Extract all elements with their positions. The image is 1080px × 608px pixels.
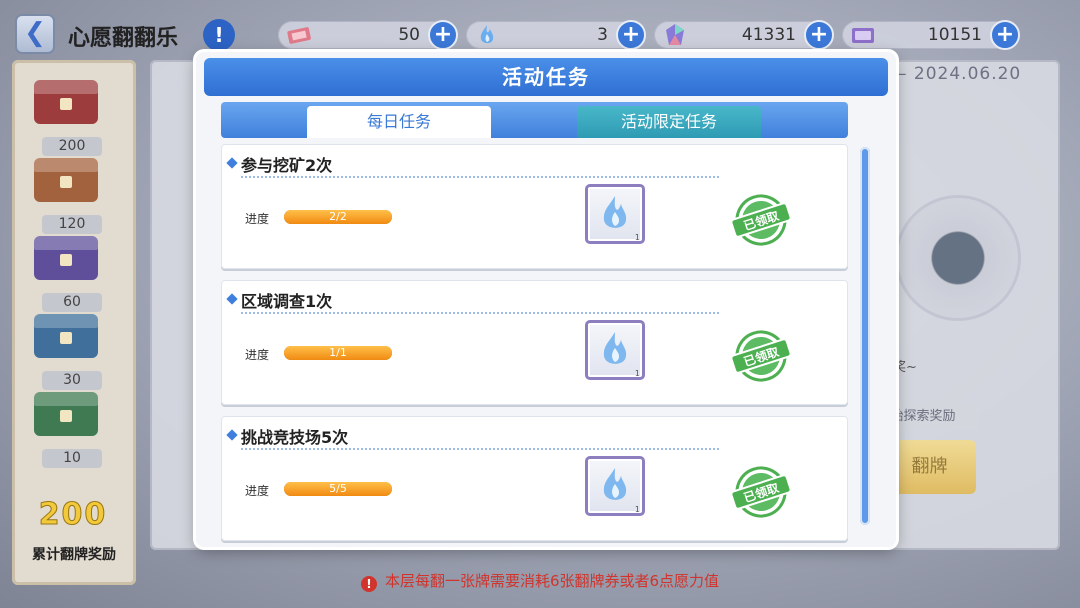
progress-label: 进度 [245,348,270,362]
resource-flame: 3 + [466,20,646,50]
diamond-bullet-icon [226,157,238,169]
chest-threshold: 30 [42,371,102,390]
task-title: 区域调查1次 [241,292,333,311]
chest-lock [60,410,72,422]
task-card: 区域调查1次进度 1/1 1 已领取 [221,280,848,405]
ticket-count: 50 [398,25,420,45]
cost-hint: ! 本层每翻一张牌需要消耗6张翻牌券或者6点愿力值 [0,570,1080,592]
page-title: 心愿翻翻乐 [68,26,179,51]
cost-hint-text: 本层每翻一张牌需要消耗6张翻牌券或者6点愿力值 [384,572,720,590]
resource-crystal: 41331 + [654,20,834,50]
chest-threshold: 200 [42,137,102,156]
progress-label: 进度 [245,212,270,226]
cumulative-flip-count: 200 [38,497,108,533]
background-medallion [895,195,1021,321]
progress-value: 2/2 [329,210,347,223]
chest-threshold: 60 [42,293,102,312]
reward-item[interactable]: 1 [585,184,645,244]
task-tabs: 每日任务 活动限定任务 [221,102,848,138]
crystal-icon [666,24,684,45]
card-ticket-icon [852,28,874,43]
diamond-bullet-icon [226,293,238,305]
flame-count: 3 [597,25,608,45]
dotted-divider [241,176,719,178]
task-title: 参与挖矿2次 [241,156,333,175]
dialog-title: 活动任务 [204,58,888,96]
reward-item[interactable]: 1 [585,320,645,380]
add-crystal-button[interactable]: + [804,20,834,50]
resource-card: 10151 + [842,20,1020,50]
tab-limited-tasks[interactable]: 活动限定任务 [577,106,761,138]
dotted-divider [241,312,719,314]
claimed-stamp-icon: 已领取 [731,466,791,518]
chest-threshold: 120 [42,215,102,234]
resource-ticket: 50 + [278,20,458,50]
reward-quantity: 1 [634,505,640,514]
chest-lid [34,392,98,406]
progress-bar: 5/5 [284,482,392,496]
back-button[interactable]: ❮ [15,14,55,54]
claimed-stamp-icon: 已领取 [731,194,791,246]
progress-value: 5/5 [329,482,347,495]
task-title: 挑战竞技场5次 [241,428,349,447]
add-ticket-button[interactable]: + [428,20,458,50]
chest-lid [34,158,98,172]
chest-lid [34,314,98,328]
reward-chest-icon[interactable] [34,158,98,202]
tab-daily-tasks[interactable]: 每日任务 [307,106,491,138]
progress-bar: 2/2 [284,210,392,224]
reward-quantity: 1 [634,369,640,378]
warning-icon: ! [360,576,377,592]
task-card: 挑战竞技场5次进度 5/5 1 已领取 [221,416,848,541]
chest-threshold: 10 [42,449,102,468]
chest-lid [34,236,98,250]
add-flame-button[interactable]: + [616,20,646,50]
reward-quantity: 1 [634,233,640,242]
activity-task-dialog: 活动任务 每日任务 活动限定任务 参与挖矿2次 进度 2/2 1 已领取 区域调查1次 进度… [196,52,896,547]
claimed-stamp-icon: 已领取 [731,330,791,382]
reward-chest-icon[interactable] [34,80,98,124]
background-partial-text: 奖~ [893,360,917,375]
flame-icon [480,25,494,44]
info-button[interactable]: ! [203,19,235,51]
ticket-icon [287,27,311,44]
flip-card-button[interactable]: 翻牌 [883,440,976,494]
progress-label: 进度 [245,484,270,498]
card-count: 10151 [927,25,982,45]
progress-value: 1/1 [329,346,347,359]
reward-chest-icon[interactable] [34,314,98,358]
chest-lock [60,176,72,188]
task-card: 参与挖矿2次进度 2/2 1 已领取 [221,144,848,269]
add-card-button[interactable]: + [990,20,1020,50]
cumulative-reward-label: 累计翻牌奖励 [32,547,116,563]
dotted-divider [241,448,719,450]
progress-bar: 1/1 [284,346,392,360]
chest-lock [60,254,72,266]
chest-lock [60,98,72,110]
reward-chest-icon[interactable] [34,236,98,280]
chest-lock [60,332,72,344]
event-date: – 2024.06.20 [898,64,1022,84]
reward-chest-icon[interactable] [34,392,98,436]
chest-lid [34,80,98,94]
crystal-count: 41331 [741,25,796,45]
diamond-bullet-icon [226,429,238,441]
reward-item[interactable]: 1 [585,456,645,516]
task-list-scrollbar[interactable] [860,147,870,525]
